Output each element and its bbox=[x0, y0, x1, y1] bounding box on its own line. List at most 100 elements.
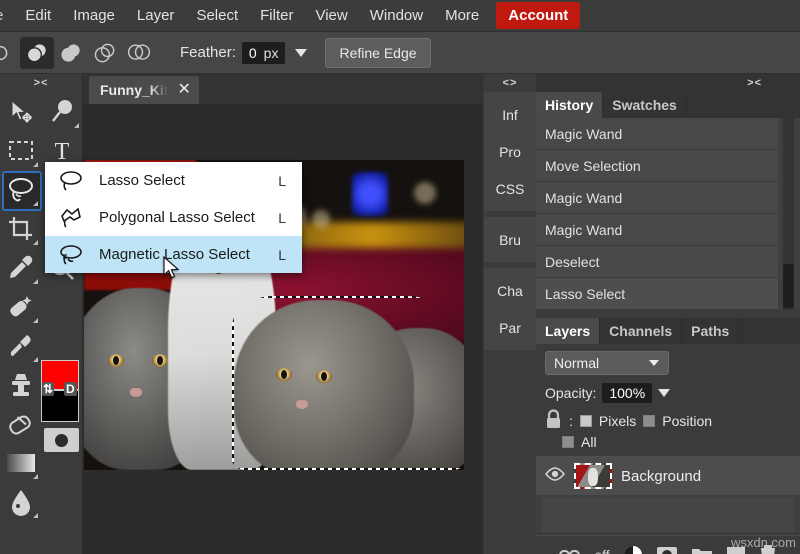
tool-flyout-corner-icon bbox=[33, 357, 38, 362]
menu-item-view[interactable]: View bbox=[304, 3, 358, 28]
history-item[interactable]: Magic Wand bbox=[536, 118, 778, 150]
lock-position-label: Position bbox=[662, 413, 712, 429]
lock-colon: : bbox=[569, 413, 573, 429]
history-item[interactable]: Magic Wand bbox=[536, 214, 778, 246]
menu-item-image[interactable]: Image bbox=[62, 3, 126, 28]
quick-mask-button[interactable] bbox=[44, 428, 79, 452]
history-item[interactable]: Deselect bbox=[536, 246, 778, 278]
feather-unit: px bbox=[264, 45, 279, 61]
healing-brush-tool[interactable] bbox=[0, 287, 41, 326]
watermark-text: wsxdn.com bbox=[731, 535, 796, 550]
history-scrollbar[interactable] bbox=[783, 118, 794, 310]
add-to-selection-button[interactable] bbox=[54, 37, 88, 69]
close-icon[interactable]: ✕ bbox=[177, 82, 190, 98]
tool-flyout-corner-icon bbox=[33, 279, 38, 284]
tab-layers[interactable]: Layers bbox=[536, 318, 600, 344]
subtract-from-selection-button[interactable] bbox=[88, 37, 122, 69]
eyedropper-tool[interactable] bbox=[0, 248, 41, 287]
right-dock-collapse-handle[interactable]: >< bbox=[536, 74, 800, 92]
lasso-tool[interactable] bbox=[0, 170, 41, 209]
tool-flyout-corner-icon bbox=[33, 240, 38, 245]
adjustment-icon[interactable] bbox=[623, 545, 643, 554]
group-folder-icon[interactable] bbox=[691, 546, 713, 554]
history-item[interactable]: Move Selection bbox=[536, 150, 778, 182]
mouse-cursor-icon bbox=[163, 256, 181, 285]
menu-item-filter[interactable]: Filter bbox=[249, 3, 304, 28]
panel-tab-brushes[interactable]: Bru bbox=[484, 221, 536, 258]
tool-options-bar: Feather: 0 px Refine Edge bbox=[0, 32, 800, 74]
flyout-item-lasso-select[interactable]: Lasso Select L bbox=[45, 162, 302, 199]
feather-label: Feather: bbox=[180, 44, 236, 61]
opacity-input[interactable]: 100% bbox=[602, 383, 652, 403]
lock-position-checkbox[interactable] bbox=[643, 415, 655, 427]
intersect-selection-button[interactable] bbox=[122, 37, 156, 69]
default-colors-icon[interactable]: D bbox=[64, 382, 77, 396]
layer-row-background[interactable]: Background bbox=[536, 457, 800, 495]
opacity-dropdown-icon[interactable] bbox=[658, 389, 670, 397]
layer-list-empty-slot bbox=[542, 498, 794, 532]
move-tool[interactable] bbox=[0, 92, 41, 131]
lock-pixels-checkbox[interactable] bbox=[580, 415, 592, 427]
lock-pixels-label: Pixels bbox=[599, 413, 636, 429]
opacity-row: Opacity: 100% bbox=[536, 378, 800, 406]
svg-text:T: T bbox=[54, 139, 69, 164]
tab-channels[interactable]: Channels bbox=[600, 318, 682, 344]
flyout-item-label: Magnetic Lasso Select bbox=[99, 246, 265, 263]
history-scrollbar-thumb[interactable] bbox=[783, 264, 794, 308]
narrow-dock-group-3: Cha Par bbox=[484, 268, 536, 350]
crop-tool[interactable] bbox=[0, 209, 41, 248]
document-tab-title: Funny_Kit bbox=[100, 82, 168, 98]
blur-tool[interactable] bbox=[0, 482, 41, 521]
mask-icon[interactable] bbox=[656, 546, 678, 554]
menu-item-file-clipped[interactable]: e bbox=[0, 3, 14, 28]
feather-dropdown-icon[interactable] bbox=[295, 49, 307, 57]
lasso-lollipop-tool[interactable] bbox=[41, 92, 82, 131]
document-tab[interactable]: Funny_Kit ✕ bbox=[89, 76, 199, 104]
tab-history[interactable]: History bbox=[536, 92, 603, 118]
blend-mode-select[interactable]: Normal bbox=[545, 351, 669, 375]
eye-icon[interactable] bbox=[545, 467, 565, 486]
panel-tab-properties[interactable]: Pro bbox=[484, 133, 536, 170]
tool-flyout-corner-icon bbox=[33, 513, 38, 518]
selection-mode-partial[interactable] bbox=[0, 37, 20, 69]
panel-tab-paragraph[interactable]: Par bbox=[484, 309, 536, 346]
toolbox-collapse-handle[interactable]: >< bbox=[0, 74, 82, 92]
toolbox-spacer-6 bbox=[41, 482, 82, 521]
menu-item-more[interactable]: More bbox=[434, 3, 490, 28]
narrow-dock-expand-handle[interactable]: <> bbox=[484, 74, 536, 92]
lock-all-checkbox[interactable] bbox=[562, 436, 574, 448]
layer-name: Background bbox=[621, 468, 701, 485]
account-button[interactable]: Account bbox=[496, 2, 580, 29]
blend-mode-value: Normal bbox=[554, 355, 599, 371]
panel-tab-character[interactable]: Cha bbox=[484, 272, 536, 309]
rectangular-marquee-tool[interactable] bbox=[0, 131, 41, 170]
menu-item-window[interactable]: Window bbox=[359, 3, 434, 28]
menu-item-layer[interactable]: Layer bbox=[126, 3, 186, 28]
history-item-current[interactable]: Lasso Select bbox=[536, 278, 778, 310]
gradient-tool[interactable] bbox=[0, 443, 41, 482]
menu-item-edit[interactable]: Edit bbox=[14, 3, 62, 28]
lock-all-row: All bbox=[536, 432, 800, 456]
photo-grey-kitten-eye-right bbox=[152, 354, 168, 367]
photo-tabby-kitten-nose bbox=[296, 400, 308, 409]
layer-thumbnail[interactable] bbox=[574, 463, 612, 489]
photo-tabby-kitten-eye-right bbox=[316, 370, 332, 383]
feather-input[interactable]: 0 px bbox=[242, 42, 286, 64]
history-item[interactable]: Magic Wand bbox=[536, 182, 778, 214]
tab-swatches[interactable]: Swatches bbox=[603, 92, 687, 118]
menu-item-select[interactable]: Select bbox=[185, 3, 249, 28]
swap-colors-icon[interactable]: ⇅ bbox=[42, 382, 54, 396]
effects-icon[interactable]: eff bbox=[594, 547, 609, 554]
panel-tab-info[interactable]: Inf bbox=[484, 96, 536, 133]
flyout-item-polygonal-lasso-select[interactable]: Polygonal Lasso Select L bbox=[45, 199, 302, 236]
blend-mode-row: Normal bbox=[536, 344, 800, 378]
panel-tab-css[interactable]: CSS bbox=[484, 170, 536, 207]
photo-tabby-kitten-eye-left bbox=[276, 368, 292, 381]
toolbox-panel: >< T bbox=[0, 74, 83, 554]
new-selection-button[interactable] bbox=[20, 37, 54, 69]
history-panel-tabs: History Swatches bbox=[536, 92, 800, 118]
refine-edge-button[interactable]: Refine Edge bbox=[325, 38, 430, 68]
tab-paths[interactable]: Paths bbox=[682, 318, 739, 344]
link-icon[interactable] bbox=[559, 548, 581, 554]
narrow-dock-group-1: Inf Pro CSS bbox=[484, 92, 536, 211]
